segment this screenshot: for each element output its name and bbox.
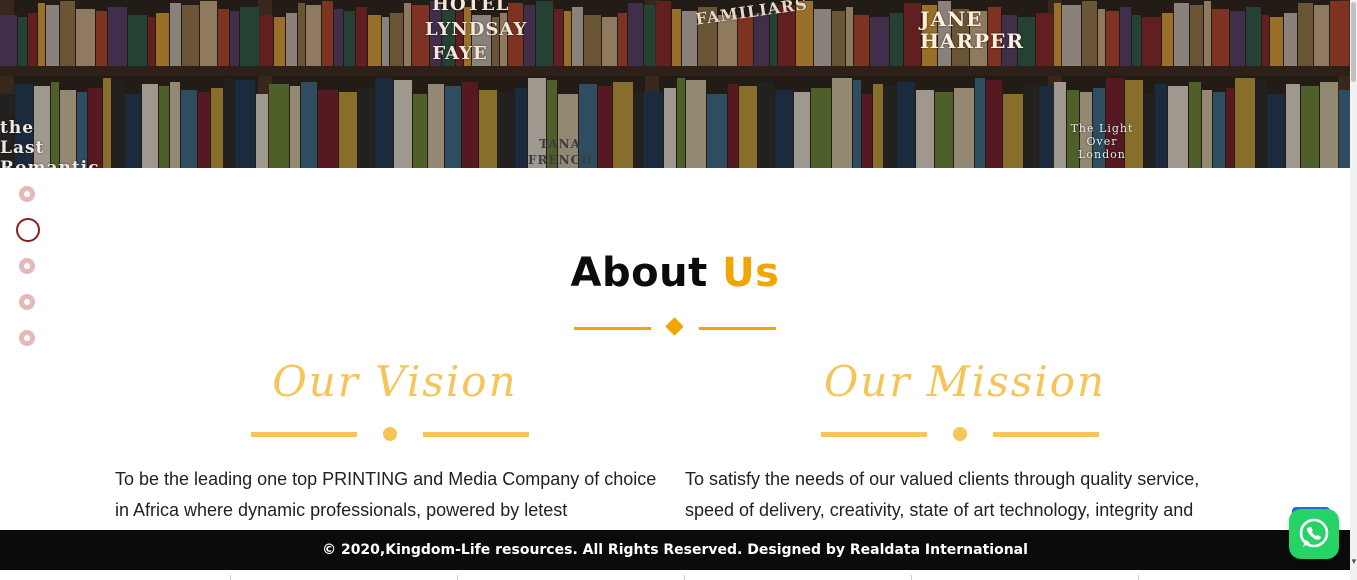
book-title: The Light Over London (1070, 122, 1134, 161)
heading-divider (574, 317, 776, 338)
vision-text: To be the leading one top PRINTING and M… (115, 469, 657, 520)
scrollbar-thumb[interactable] (1351, 2, 1356, 82)
about-us-heading: About Us (0, 250, 1350, 296)
dot-nav-item-5[interactable] (19, 330, 35, 346)
footer-copyright: © 2020,Kingdom-Life resources. All Right… (0, 530, 1350, 570)
mission-divider (685, 427, 1245, 441)
diamond-icon (665, 317, 684, 336)
mission-section: Our Mission To satisfy the needs of our … (685, 352, 1245, 526)
vision-section: Our Vision To be the leading one top PRI… (115, 352, 675, 526)
scroll-down-arrow-icon[interactable]: ▼ (1350, 558, 1357, 566)
book-title: HOTEL (432, 0, 510, 15)
whatsapp-button[interactable] (1289, 509, 1339, 559)
dot-icon (383, 427, 397, 441)
dot-icon (953, 427, 967, 441)
about-title-main: About (570, 250, 708, 296)
bottom-strip (0, 570, 1350, 580)
book-title: LYNDSAY FAYE (425, 19, 528, 64)
whatsapp-icon (1299, 518, 1329, 548)
hero-banner: FAMILIARS JANE HARPER LYNDSAY FAYE HOTEL… (0, 0, 1350, 168)
dot-nav-item-4[interactable] (19, 294, 35, 310)
vision-divider (115, 427, 675, 441)
book-title: the Last Romantic (0, 118, 100, 168)
mission-text: To satisfy the needs of our valued clien… (685, 469, 1200, 520)
about-title-accent: Us (722, 250, 780, 296)
book-title: JANE HARPER (920, 7, 1024, 53)
page-scrollbar[interactable] (1350, 0, 1357, 580)
book-title: TANA FRENCH (528, 137, 594, 167)
vision-title: Our Vision (272, 357, 518, 406)
dot-nav-item-1[interactable] (19, 186, 35, 202)
dot-nav-item-2-active[interactable] (16, 218, 40, 242)
mission-title: Our Mission (823, 357, 1107, 406)
